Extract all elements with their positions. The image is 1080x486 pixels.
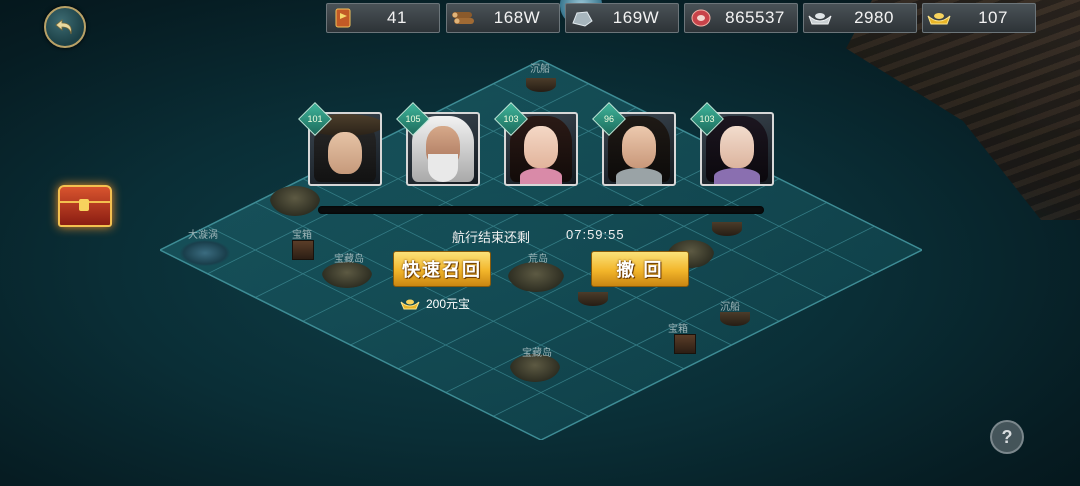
quick-recall-button[interactable]: 快速召回 xyxy=(393,251,491,287)
shipwreck-icon xyxy=(720,312,750,326)
resource-meat: 865537 xyxy=(684,3,798,33)
back-arrow-icon xyxy=(55,19,72,35)
treasure-chest-icon[interactable] xyxy=(58,185,112,227)
withdraw-button[interactable]: 撤 回 xyxy=(591,251,689,287)
resource-value: 169W xyxy=(612,8,660,27)
shipwreck-icon xyxy=(578,292,608,306)
resource-wood: 168W xyxy=(446,3,560,33)
map-label-treasure-box: 宝箱 xyxy=(668,324,688,335)
resource-gold: 107 xyxy=(922,3,1036,33)
resource-value: 107 xyxy=(978,8,1008,27)
whirlpool-icon xyxy=(180,240,230,266)
gold-ingot-icon xyxy=(927,7,951,29)
recall-cost: 200元宝 xyxy=(400,295,470,312)
back-button[interactable] xyxy=(44,6,86,48)
map-label-treasure-box: 宝箱 xyxy=(292,230,312,241)
resource-value: 168W xyxy=(493,8,541,27)
resource-stone: 169W xyxy=(565,3,679,33)
treasure-box-icon xyxy=(292,240,314,260)
log-icon xyxy=(451,7,475,29)
map-label-shipwreck: 沉船 xyxy=(530,64,550,75)
map-label-whirlpool: 大漩涡 xyxy=(188,230,218,241)
help-button[interactable]: ? xyxy=(990,420,1024,454)
resource-value: 2980 xyxy=(854,8,894,27)
resource-silver: 2980 xyxy=(803,3,917,33)
map-label-shipwreck: 沉船 xyxy=(720,302,740,313)
cost-text: 200元宝 xyxy=(426,297,471,311)
shipwreck-icon xyxy=(712,222,742,236)
resource-value: 865537 xyxy=(725,8,785,27)
shipwreck-icon xyxy=(526,78,556,92)
map-label-treasure-island: 宝藏岛 xyxy=(522,348,552,359)
map-label-island: 荒岛 xyxy=(528,254,548,265)
silver-ingot-icon xyxy=(808,7,832,29)
islet xyxy=(270,186,320,216)
map-label-treasure-island: 宝藏岛 xyxy=(334,254,364,265)
voyage-countdown: 07:59:55 xyxy=(566,227,625,242)
gold-ingot-icon xyxy=(400,299,420,309)
islet xyxy=(508,262,564,292)
stone-icon xyxy=(570,7,594,29)
voyage-progress-bar xyxy=(318,206,764,214)
resource-value: 41 xyxy=(387,8,407,27)
treasure-box-icon xyxy=(674,334,696,354)
islet xyxy=(322,262,372,288)
resource-order-token: 41 xyxy=(326,3,440,33)
flag-token-icon xyxy=(331,7,355,29)
voyage-remaining-label: 航行结束还剩 xyxy=(452,230,531,245)
meat-icon xyxy=(689,7,713,29)
